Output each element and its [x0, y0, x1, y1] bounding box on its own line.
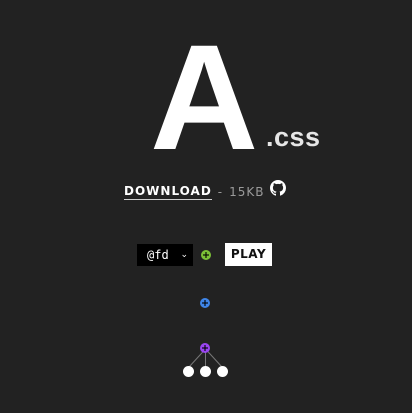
- download-link[interactable]: DOWNLOAD: [124, 184, 212, 200]
- download-row: DOWNLOAD - 15KB: [124, 183, 265, 201]
- add-sibling-button[interactable]: [201, 250, 211, 260]
- logo-letter: A: [150, 13, 258, 181]
- animation-select[interactable]: @fd ⌄: [137, 244, 193, 266]
- parent-node-button[interactable]: [200, 343, 210, 353]
- tree-leaf-node[interactable]: [200, 366, 211, 377]
- logo: A .css: [150, 13, 340, 181]
- github-icon[interactable]: [270, 180, 286, 196]
- add-child-button[interactable]: [200, 298, 210, 308]
- download-separator: -: [217, 185, 224, 199]
- tree-leaf-node[interactable]: [217, 366, 228, 377]
- logo-extension: .css: [266, 122, 321, 152]
- file-size: 15KB: [229, 185, 265, 199]
- tree-leaf-node[interactable]: [183, 366, 194, 377]
- play-button[interactable]: PLAY: [225, 243, 272, 266]
- chevron-down-icon: ⌄: [180, 250, 188, 260]
- select-value: @fd: [147, 248, 169, 262]
